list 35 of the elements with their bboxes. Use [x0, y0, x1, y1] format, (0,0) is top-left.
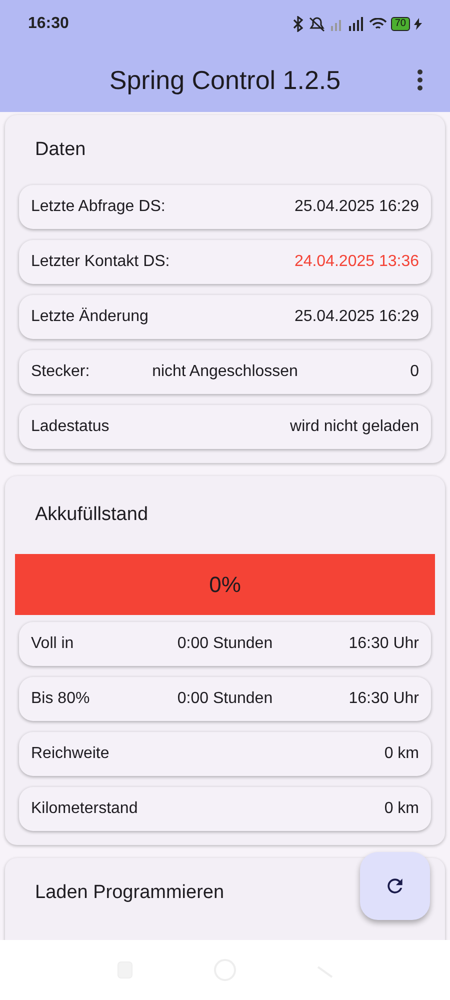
row-value: 0 km	[383, 799, 419, 819]
row-value: 0 km	[383, 744, 419, 764]
section-title: Daten	[35, 138, 86, 162]
bluetooth-icon	[292, 16, 303, 32]
row-label: Bis 80%	[31, 689, 91, 709]
row-label: Kilometerstand	[31, 799, 139, 819]
app-title: Spring Control 1.2.5	[109, 64, 341, 96]
row-value: wird nicht geladen	[289, 417, 419, 437]
row-duration: 0:00 Stunden	[176, 689, 274, 709]
row-duration: nicht Angeschlossen	[152, 362, 298, 382]
row-value: 24.04.2025 13:36	[293, 252, 419, 272]
section-title: Laden Programmieren	[35, 880, 224, 905]
row-label: Letzte Abfrage DS:	[31, 197, 166, 217]
more-icon	[417, 69, 423, 91]
row-label: Voll in	[31, 634, 75, 654]
row-value: 25.04.2025 16:29	[293, 307, 419, 327]
row-value: 16:30 Uhr	[348, 634, 419, 654]
row-label: Ladestatus	[31, 417, 110, 437]
battery-indicator: 70	[390, 17, 410, 31]
row-label: Stecker:	[31, 362, 91, 382]
signal-icon	[330, 17, 343, 31]
muted-bell-icon	[308, 16, 325, 32]
battery-level-bar: 0%	[15, 554, 435, 615]
status-time: 16:30	[28, 14, 69, 34]
row-value: 25.04.2025 16:29	[293, 197, 419, 217]
row-value: 16:30 Uhr	[348, 689, 419, 709]
section-title: Akkufüllstand	[35, 502, 148, 527]
row-value: 0	[409, 362, 419, 382]
wifi-icon	[368, 18, 387, 30]
signal-icon	[348, 17, 363, 31]
charging-icon	[414, 18, 422, 30]
row-label: Reichweite	[31, 744, 110, 764]
row-label: Letzte Änderung	[31, 306, 150, 327]
row-duration: 0:00 Stunden	[176, 634, 274, 654]
row-label: Letzter Kontakt DS:	[31, 252, 171, 272]
